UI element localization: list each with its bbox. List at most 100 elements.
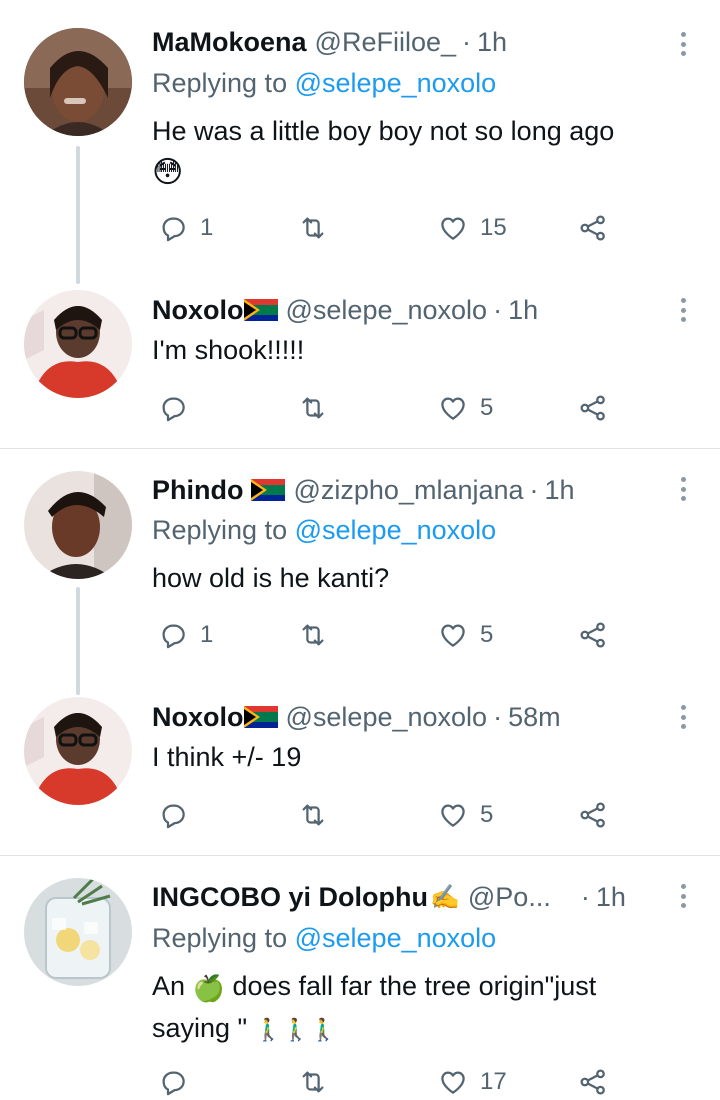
reply-button[interactable] bbox=[158, 1062, 200, 1100]
avatar[interactable] bbox=[24, 697, 132, 805]
tweet-text: I'm shook!!!!! bbox=[152, 330, 680, 370]
heart-icon bbox=[441, 217, 465, 240]
user-handle[interactable]: @ReFiiloe_ bbox=[315, 27, 456, 58]
retweet-button[interactable] bbox=[298, 615, 328, 655]
separator-dot: · bbox=[493, 294, 503, 325]
retweet-button[interactable] bbox=[298, 795, 328, 835]
share-button[interactable] bbox=[578, 1062, 608, 1100]
like-button[interactable]: 5 bbox=[438, 388, 493, 428]
tweet-header: Noxolo @selepe_noxolo · 58m bbox=[152, 697, 680, 737]
reply-feed: MaMokoena @ReFiiloe_ · 1h Replying to @s… bbox=[0, 0, 720, 1100]
display-name[interactable]: Noxolo bbox=[152, 295, 244, 326]
reply-icon bbox=[162, 217, 185, 242]
like-count: 5 bbox=[480, 801, 494, 828]
south-africa-flag-icon bbox=[251, 479, 286, 501]
tweet-text: He was a little boy boy not so long ago … bbox=[152, 111, 680, 193]
display-name[interactable]: Phindo bbox=[152, 475, 243, 506]
user-handle[interactable]: @selepe_noxolo bbox=[286, 295, 488, 326]
replying-prefix: Replying to bbox=[152, 515, 288, 545]
more-icon[interactable] bbox=[676, 26, 690, 62]
retweet-button[interactable] bbox=[298, 1062, 328, 1100]
like-button[interactable]: 5 bbox=[438, 795, 493, 835]
reply-button[interactable] bbox=[158, 388, 200, 428]
tweet-header: MaMokoena @ReFiiloe_ · 1h bbox=[152, 22, 680, 62]
share-button[interactable] bbox=[578, 795, 608, 835]
tweet[interactable]: Noxolo @selepe_noxolo · 1h I'm shook!!!!… bbox=[0, 290, 720, 448]
avatar[interactable] bbox=[24, 471, 132, 579]
display-name[interactable]: MaMokoena bbox=[152, 27, 307, 58]
timestamp[interactable]: 1h bbox=[545, 475, 575, 506]
timestamp[interactable]: 58m bbox=[508, 702, 561, 733]
more-icon[interactable] bbox=[676, 292, 690, 328]
tweet[interactable]: MaMokoena @ReFiiloe_ · 1h Replying to @s… bbox=[0, 0, 720, 290]
tweet[interactable]: INGCOBO yi Dolophu ✍️ @Po... · 1h Replyi… bbox=[0, 856, 720, 1100]
more-icon[interactable] bbox=[676, 471, 690, 507]
tweet-actions: 5 bbox=[152, 388, 632, 428]
timestamp[interactable]: 1h bbox=[596, 882, 626, 913]
like-button[interactable]: 15 bbox=[438, 208, 507, 248]
like-count: 17 bbox=[480, 1068, 507, 1095]
tweet-text-part: saying " bbox=[152, 1012, 248, 1043]
replying-to: Replying to @selepe_noxolo bbox=[152, 515, 496, 546]
reply-button[interactable]: 1 bbox=[158, 208, 213, 248]
timestamp[interactable]: 1h bbox=[508, 295, 538, 326]
flushed-face-emoji: 😳 bbox=[152, 155, 184, 189]
user-handle[interactable]: @zizpho_mlanjana bbox=[293, 475, 523, 506]
tweet-text-part: does fall far the tree origin"just bbox=[232, 971, 597, 1001]
south-africa-flag-icon bbox=[243, 706, 278, 728]
reply-icon bbox=[162, 1071, 185, 1096]
more-icon[interactable] bbox=[676, 699, 690, 735]
timestamp[interactable]: 1h bbox=[477, 27, 507, 58]
tweet[interactable]: Noxolo @selepe_noxolo · 58m I think +/- … bbox=[0, 697, 720, 855]
share-icon bbox=[580, 622, 605, 648]
retweet-button[interactable] bbox=[298, 208, 328, 248]
avatar[interactable] bbox=[24, 28, 132, 136]
mention-link[interactable]: @selepe_noxolo bbox=[295, 923, 497, 953]
tweet-actions: 5 bbox=[152, 795, 632, 835]
replying-to: Replying to @selepe_noxolo bbox=[152, 68, 496, 99]
share-icon bbox=[580, 1069, 605, 1095]
reply-button[interactable]: 1 bbox=[158, 615, 213, 655]
mention-link[interactable]: @selepe_noxolo bbox=[295, 68, 497, 98]
reply-count: 1 bbox=[200, 214, 214, 241]
mention-link[interactable]: @selepe_noxolo bbox=[295, 515, 497, 545]
walking-man-emoji: 🚶‍♂️🚶‍♂️🚶‍♂️ bbox=[254, 1016, 337, 1042]
like-count: 5 bbox=[480, 621, 494, 648]
share-button[interactable] bbox=[578, 615, 608, 655]
user-handle[interactable]: @selepe_noxolo bbox=[286, 702, 488, 733]
reply-icon bbox=[162, 804, 185, 829]
tweet-header: INGCOBO yi Dolophu ✍️ @Po... · 1h bbox=[152, 877, 680, 917]
retweet-icon bbox=[302, 1071, 324, 1093]
user-handle[interactable]: @Po... bbox=[468, 882, 551, 913]
retweet-button[interactable] bbox=[298, 388, 328, 428]
display-name[interactable]: Noxolo bbox=[152, 702, 244, 733]
avatar[interactable] bbox=[24, 878, 132, 986]
separator-dot: · bbox=[493, 701, 503, 732]
heart-icon bbox=[441, 397, 465, 420]
share-icon bbox=[580, 215, 605, 241]
reply-icon bbox=[162, 397, 185, 422]
share-button[interactable] bbox=[578, 208, 608, 248]
retweet-icon bbox=[302, 804, 324, 826]
heart-icon bbox=[441, 624, 465, 647]
retweet-icon bbox=[302, 624, 324, 646]
heart-icon bbox=[441, 804, 465, 827]
reply-button[interactable] bbox=[158, 795, 200, 835]
replying-to: Replying to @selepe_noxolo bbox=[152, 923, 496, 954]
tweet-actions: 1 5 bbox=[152, 615, 632, 655]
thread-line bbox=[76, 587, 80, 695]
share-button[interactable] bbox=[578, 388, 608, 428]
retweet-icon bbox=[302, 397, 324, 419]
avatar[interactable] bbox=[24, 290, 132, 398]
reply-count: 1 bbox=[200, 621, 214, 648]
like-button[interactable]: 5 bbox=[438, 615, 493, 655]
tweet-text-body: He was a little boy boy not so long ago bbox=[152, 116, 615, 146]
like-button[interactable]: 17 bbox=[438, 1062, 507, 1100]
writing-hand-emoji: ✍️ bbox=[430, 883, 460, 911]
display-name[interactable]: INGCOBO yi Dolophu bbox=[152, 882, 428, 913]
like-count: 5 bbox=[480, 394, 494, 421]
tweet[interactable]: Phindo @zizpho_mlanjana · 1h Replying to… bbox=[0, 449, 720, 697]
tweet-text-part: An bbox=[152, 971, 186, 1001]
more-icon[interactable] bbox=[676, 878, 690, 914]
tweet-text: how old is he kanti? bbox=[152, 558, 680, 598]
